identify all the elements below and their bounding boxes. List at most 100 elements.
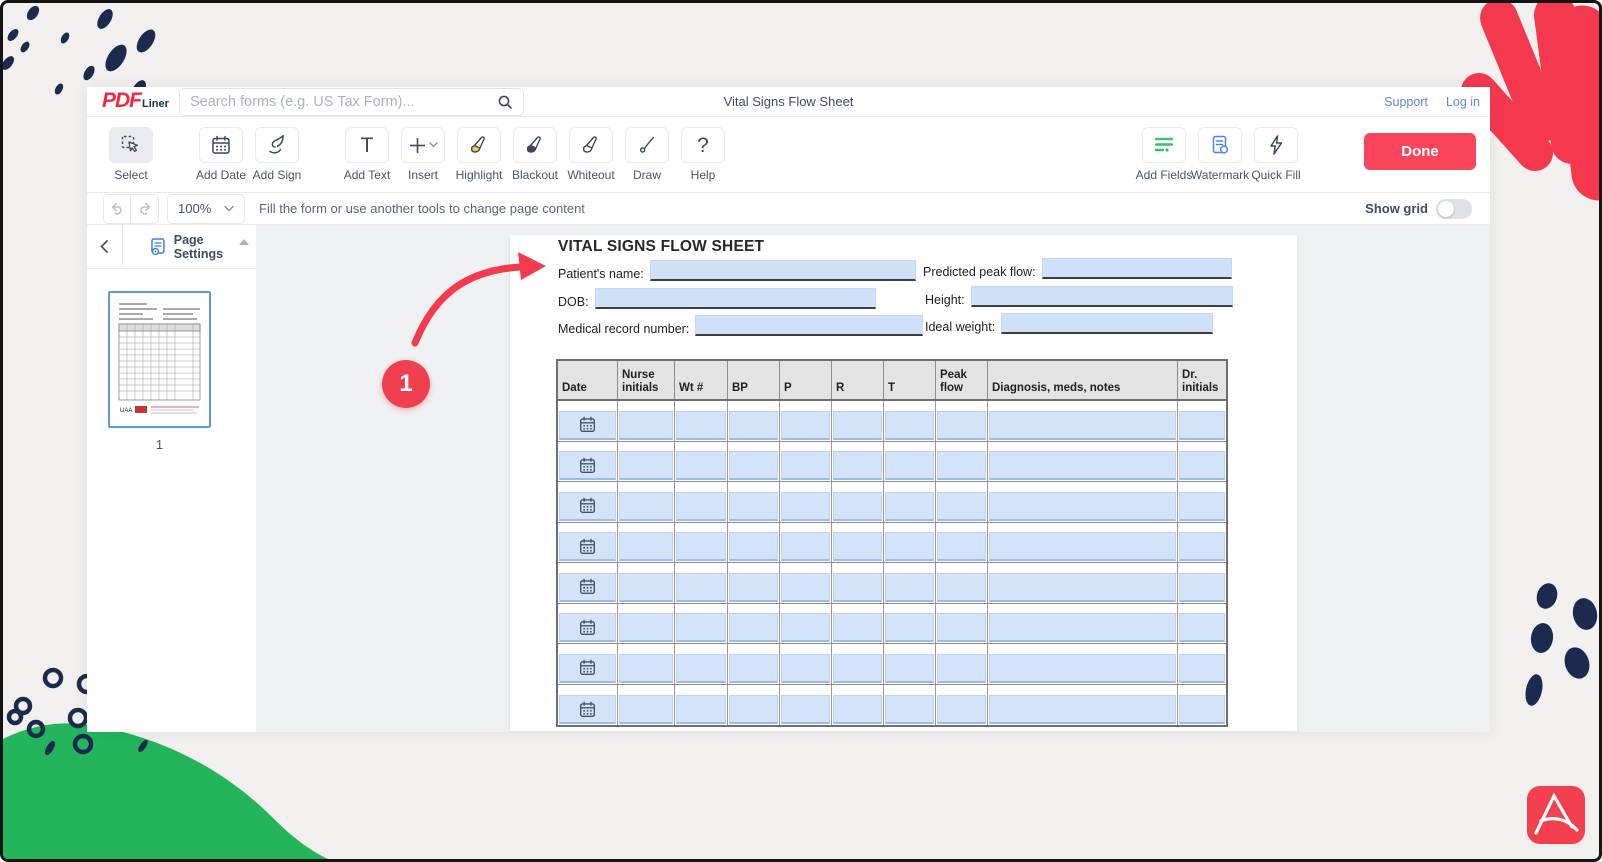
date-cell-field[interactable] — [559, 492, 616, 521]
medical-record-number-field[interactable] — [695, 315, 923, 336]
cell-input-field[interactable] — [676, 573, 726, 602]
cell-input-field[interactable] — [781, 695, 830, 724]
date-cell-field[interactable] — [559, 411, 616, 440]
select-tool-button[interactable]: Select — [103, 127, 159, 182]
redo-button[interactable] — [131, 194, 159, 224]
add-text-button[interactable]: T Add Text — [339, 127, 395, 182]
cell-input-field[interactable] — [729, 613, 778, 642]
cell-input-field[interactable] — [885, 695, 934, 724]
cell-input-field[interactable] — [885, 451, 934, 480]
cell-input-field[interactable] — [885, 411, 934, 440]
predicted-peak-flow-field[interactable] — [1042, 258, 1232, 279]
date-cell-field[interactable] — [559, 695, 616, 724]
scroll-up-arrow[interactable] — [239, 239, 249, 245]
cell-input-field[interactable] — [676, 492, 726, 521]
cell-input-field[interactable] — [833, 613, 882, 642]
cell-input-field[interactable] — [989, 492, 1176, 521]
sidebar-collapse-button[interactable] — [87, 225, 123, 268]
cell-input-field[interactable] — [676, 613, 726, 642]
login-link[interactable]: Log in — [1446, 95, 1480, 109]
cell-input-field[interactable] — [729, 411, 778, 440]
date-cell-field[interactable] — [559, 451, 616, 480]
cell-input-field[interactable] — [676, 695, 726, 724]
cell-input-field[interactable] — [1179, 573, 1225, 602]
cell-input-field[interactable] — [937, 695, 986, 724]
cell-input-field[interactable] — [1179, 492, 1225, 521]
cell-input-field[interactable] — [619, 492, 673, 521]
cell-input-field[interactable] — [937, 613, 986, 642]
cell-input-field[interactable] — [729, 654, 778, 683]
cell-input-field[interactable] — [937, 451, 986, 480]
cell-input-field[interactable] — [833, 695, 882, 724]
cell-input-field[interactable] — [1179, 532, 1225, 561]
date-cell-field[interactable] — [559, 613, 616, 642]
height-field[interactable] — [971, 286, 1233, 307]
quick-fill-button[interactable]: Quick Fill — [1248, 127, 1304, 182]
cell-input-field[interactable] — [937, 654, 986, 683]
cell-input-field[interactable] — [619, 573, 673, 602]
cell-input-field[interactable] — [1179, 695, 1225, 724]
help-button[interactable]: ? Help — [675, 127, 731, 182]
page-settings-button[interactable]: Page Settings — [149, 233, 256, 261]
cell-input-field[interactable] — [833, 411, 882, 440]
cell-input-field[interactable] — [989, 532, 1176, 561]
cell-input-field[interactable] — [619, 654, 673, 683]
cell-input-field[interactable] — [729, 532, 778, 561]
cell-input-field[interactable] — [1179, 613, 1225, 642]
show-grid-toggle[interactable] — [1436, 199, 1472, 219]
cell-input-field[interactable] — [885, 492, 934, 521]
date-cell-field[interactable] — [559, 654, 616, 683]
add-date-button[interactable]: Add Date — [193, 127, 249, 182]
cell-input-field[interactable] — [781, 451, 830, 480]
cell-input-field[interactable] — [989, 654, 1176, 683]
cell-input-field[interactable] — [1179, 451, 1225, 480]
dob-field[interactable] — [595, 288, 876, 309]
patients-name-field[interactable] — [650, 260, 916, 281]
date-cell-field[interactable] — [559, 573, 616, 602]
cell-input-field[interactable] — [729, 451, 778, 480]
cell-input-field[interactable] — [833, 492, 882, 521]
cell-input-field[interactable] — [619, 695, 673, 724]
highlight-button[interactable]: Highlight — [451, 127, 507, 182]
cell-input-field[interactable] — [833, 573, 882, 602]
blackout-button[interactable]: Blackout — [507, 127, 563, 182]
cell-input-field[interactable] — [729, 492, 778, 521]
cell-input-field[interactable] — [1179, 654, 1225, 683]
zoom-select[interactable]: 100% — [167, 194, 245, 224]
draw-button[interactable]: Draw — [619, 127, 675, 182]
cell-input-field[interactable] — [937, 492, 986, 521]
watermark-button[interactable]: Watermark — [1192, 127, 1248, 182]
support-link[interactable]: Support — [1384, 95, 1428, 109]
ideal-weight-field[interactable] — [1001, 313, 1213, 334]
cell-input-field[interactable] — [833, 654, 882, 683]
insert-button[interactable]: Insert — [395, 127, 451, 182]
cell-input-field[interactable] — [676, 411, 726, 440]
cell-input-field[interactable] — [885, 654, 934, 683]
cell-input-field[interactable] — [781, 654, 830, 683]
cell-input-field[interactable] — [781, 573, 830, 602]
cell-input-field[interactable] — [833, 532, 882, 561]
cell-input-field[interactable] — [619, 411, 673, 440]
cell-input-field[interactable] — [676, 451, 726, 480]
cell-input-field[interactable] — [781, 532, 830, 561]
cell-input-field[interactable] — [989, 573, 1176, 602]
page-thumbnail[interactable]: UAA — [108, 291, 211, 428]
cell-input-field[interactable] — [885, 532, 934, 561]
cell-input-field[interactable] — [833, 451, 882, 480]
cell-input-field[interactable] — [937, 573, 986, 602]
cell-input-field[interactable] — [885, 573, 934, 602]
cell-input-field[interactable] — [989, 451, 1176, 480]
add-fields-button[interactable]: Add Fields — [1136, 127, 1192, 182]
cell-input-field[interactable] — [729, 573, 778, 602]
cell-input-field[interactable] — [989, 613, 1176, 642]
date-cell-field[interactable] — [559, 532, 616, 561]
add-sign-button[interactable]: Add Sign — [249, 127, 305, 182]
cell-input-field[interactable] — [937, 532, 986, 561]
cell-input-field[interactable] — [619, 613, 673, 642]
cell-input-field[interactable] — [619, 532, 673, 561]
cell-input-field[interactable] — [937, 411, 986, 440]
cell-input-field[interactable] — [676, 654, 726, 683]
done-button[interactable]: Done — [1364, 133, 1476, 170]
cell-input-field[interactable] — [619, 451, 673, 480]
cell-input-field[interactable] — [781, 613, 830, 642]
